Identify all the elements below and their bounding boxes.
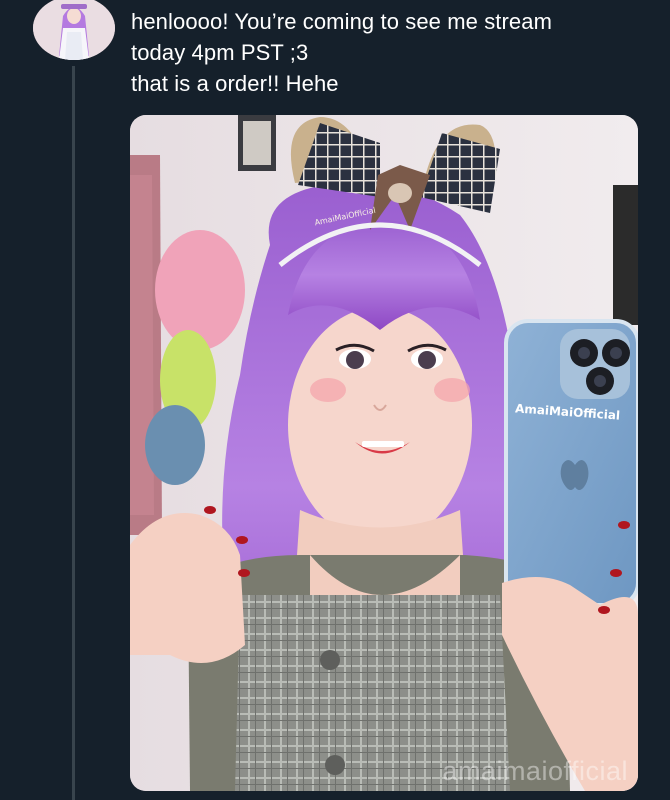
avatar[interactable] [33,0,115,60]
tweet-text-line: today 4pm PST ;3 [131,40,309,65]
tweet-text: henloooo! You’re coming to see me stream… [131,6,651,99]
selfie-photo [130,115,638,791]
tweet-media-image[interactable]: AmaiMaiOfficial AmaiMaiOfficial amaimaio… [130,115,638,791]
image-watermark: amaimaiofficial [442,756,628,786]
tweet-text-line: that is a order!! Hehe [131,71,339,96]
thread-connector-line [72,66,75,800]
tweet-text-line: henloooo! You’re coming to see me stream [131,9,553,34]
